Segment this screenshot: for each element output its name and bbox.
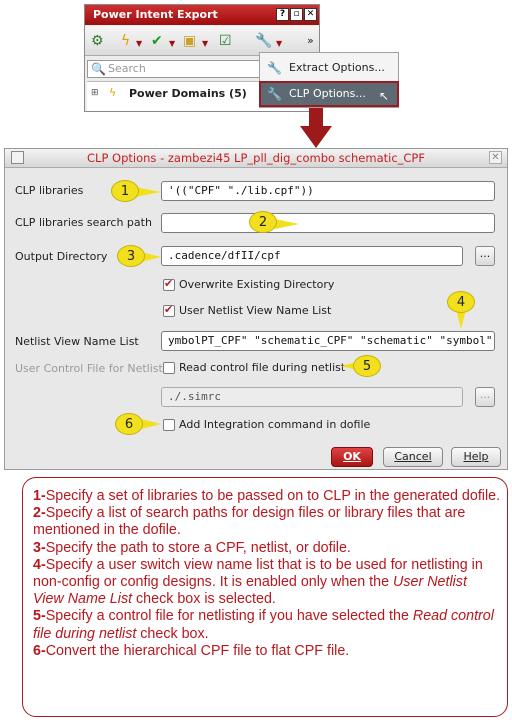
note-3: 3-Specify the path to store a CPF, netli… xyxy=(33,540,501,557)
note-number: 5- xyxy=(33,608,46,625)
search-path-label: CLP libraries search path xyxy=(15,216,152,229)
check-icon[interactable]: ✔ xyxy=(151,33,163,49)
note-1: 1-Specify a set of libraries to be passe… xyxy=(33,488,501,505)
user-netlist-label: User Netlist View Name List xyxy=(179,304,332,317)
cancel-button[interactable]: Cancel xyxy=(383,447,443,467)
help-button-label: Help xyxy=(463,450,489,463)
lightning-icon[interactable]: ϟ xyxy=(121,33,130,49)
note-number: 2- xyxy=(33,505,46,522)
notes-box: 1-Specify a set of libraries to be passe… xyxy=(22,477,508,717)
cancel-button-label: Cancel xyxy=(394,450,432,463)
settings-gear-icon[interactable]: ⚙ xyxy=(91,33,104,49)
note-2: 2-Specify a list of search paths for des… xyxy=(33,505,501,539)
note-number: 1- xyxy=(33,488,46,504)
callout-tail xyxy=(275,219,299,229)
clp-options-dialog: CLP Options - zambezi45 LP_pll_dig_combo… xyxy=(4,148,508,470)
read-control-checkbox[interactable] xyxy=(163,362,175,374)
note-text: Specify a control file for netlisting if… xyxy=(45,608,413,625)
help-window-icon[interactable]: ? xyxy=(276,8,289,21)
cursor-icon: ↖ xyxy=(379,89,390,103)
note-text: check box is selected. xyxy=(132,591,276,608)
note-6: 6-Convert the hierarchical CPF file to f… xyxy=(33,643,501,660)
chevron-down-icon[interactable]: ▼ xyxy=(169,36,175,52)
options-menu: 🔧 Extract Options... 🔧 CLP Options... ↖ xyxy=(259,52,399,108)
output-directory-label: Output Directory xyxy=(15,250,108,263)
float-window-icon[interactable]: ▫ xyxy=(290,8,303,21)
search-placeholder: Search xyxy=(108,62,146,75)
help-button[interactable]: Help xyxy=(451,447,501,467)
search-icon: 🔍 xyxy=(91,62,106,76)
wrench-icon: 🔧 xyxy=(267,87,282,101)
integration-label: Add Integration command in dofile xyxy=(179,418,371,431)
note-number: 6- xyxy=(33,642,46,659)
note-5: 5-Specify a control file for netlisting … xyxy=(33,608,501,642)
close-icon[interactable]: ✕ xyxy=(489,151,502,164)
note-4: 4-Specify a user switch view name list t… xyxy=(33,557,501,609)
note-number: 4- xyxy=(33,556,46,573)
note-text: Convert the hierarchical CPF file to fla… xyxy=(45,642,350,659)
export-check-icon[interactable]: ☑ xyxy=(219,33,232,49)
output-directory-field[interactable]: .cadence/dfII/cpf xyxy=(161,246,463,266)
note-text: Specify a set of libraries to be passed … xyxy=(45,488,501,504)
integration-checkbox[interactable] xyxy=(163,419,175,431)
search-path-field[interactable] xyxy=(161,213,495,233)
menu-item-label: CLP Options... xyxy=(289,87,366,100)
window-menu-icon[interactable] xyxy=(11,151,24,164)
user-netlist-checkbox[interactable] xyxy=(163,303,175,317)
callout-6: 6 xyxy=(115,413,143,435)
callout-3: 3 xyxy=(117,245,145,267)
ok-button-label: OK xyxy=(343,450,361,463)
callout-1: 1 xyxy=(111,180,139,202)
more-icon[interactable]: » xyxy=(307,33,314,49)
control-file-browse-button[interactable]: ... xyxy=(475,387,495,407)
tree-item-power-domains[interactable]: Power Domains (5) xyxy=(129,87,247,100)
ok-button[interactable]: OK xyxy=(331,447,373,467)
callout-5: 5 xyxy=(353,355,381,377)
menu-item-label: Extract Options... xyxy=(289,61,385,74)
control-file-field[interactable]: ./.simrc xyxy=(161,387,463,407)
callout-tail xyxy=(141,419,161,429)
dialog-title: CLP Options - zambezi45 LP_pll_dig_combo… xyxy=(5,149,507,168)
note-text: Specify a list of search paths for desig… xyxy=(33,505,466,539)
down-arrow-icon xyxy=(300,108,332,148)
expand-icon[interactable]: ⊞ xyxy=(91,88,99,98)
netlist-view-label: Netlist View Name List xyxy=(15,335,139,348)
wrench-icon: 🔧 xyxy=(267,61,282,75)
chevron-down-icon[interactable]: ▼ xyxy=(276,36,282,52)
clp-libraries-label: CLP libraries xyxy=(15,184,84,197)
callout-4: 4 xyxy=(447,291,475,313)
user-control-file-label: User Control File for Netlist xyxy=(15,362,163,375)
wrench-icon[interactable]: 🔧 xyxy=(255,33,272,49)
callout-2: 2 xyxy=(249,211,277,233)
power-domain-icon: ϟ xyxy=(109,86,117,99)
lock-icon[interactable]: ▣ xyxy=(183,33,196,49)
netlist-view-field[interactable]: ymbolPT_CPF" "schematic_CPF" "schematic"… xyxy=(161,331,495,351)
note-text: Specify the path to store a CPF, netlist… xyxy=(45,539,351,556)
menu-item-extract-options[interactable]: 🔧 Extract Options... xyxy=(261,57,397,79)
chevron-down-icon[interactable]: ▼ xyxy=(136,36,142,52)
clp-libraries-field[interactable]: '(("CPF" "./lib.cpf")) xyxy=(161,181,495,201)
overwrite-label: Overwrite Existing Directory xyxy=(179,278,335,291)
search-input[interactable]: 🔍 Search xyxy=(87,60,267,78)
chevron-down-icon[interactable]: ▼ xyxy=(202,36,208,52)
menu-item-clp-options[interactable]: 🔧 CLP Options... ↖ xyxy=(259,81,399,107)
notes-text: 1-Specify a set of libraries to be passe… xyxy=(33,488,501,660)
callout-tail xyxy=(135,187,161,197)
read-control-label: Read control file during netlist xyxy=(179,361,346,374)
note-number: 3- xyxy=(33,539,46,556)
output-directory-browse-button[interactable]: ... xyxy=(475,246,495,266)
close-window-icon[interactable]: ✕ xyxy=(304,8,317,21)
overwrite-checkbox[interactable] xyxy=(163,277,175,291)
note-text: check box. xyxy=(136,625,209,642)
